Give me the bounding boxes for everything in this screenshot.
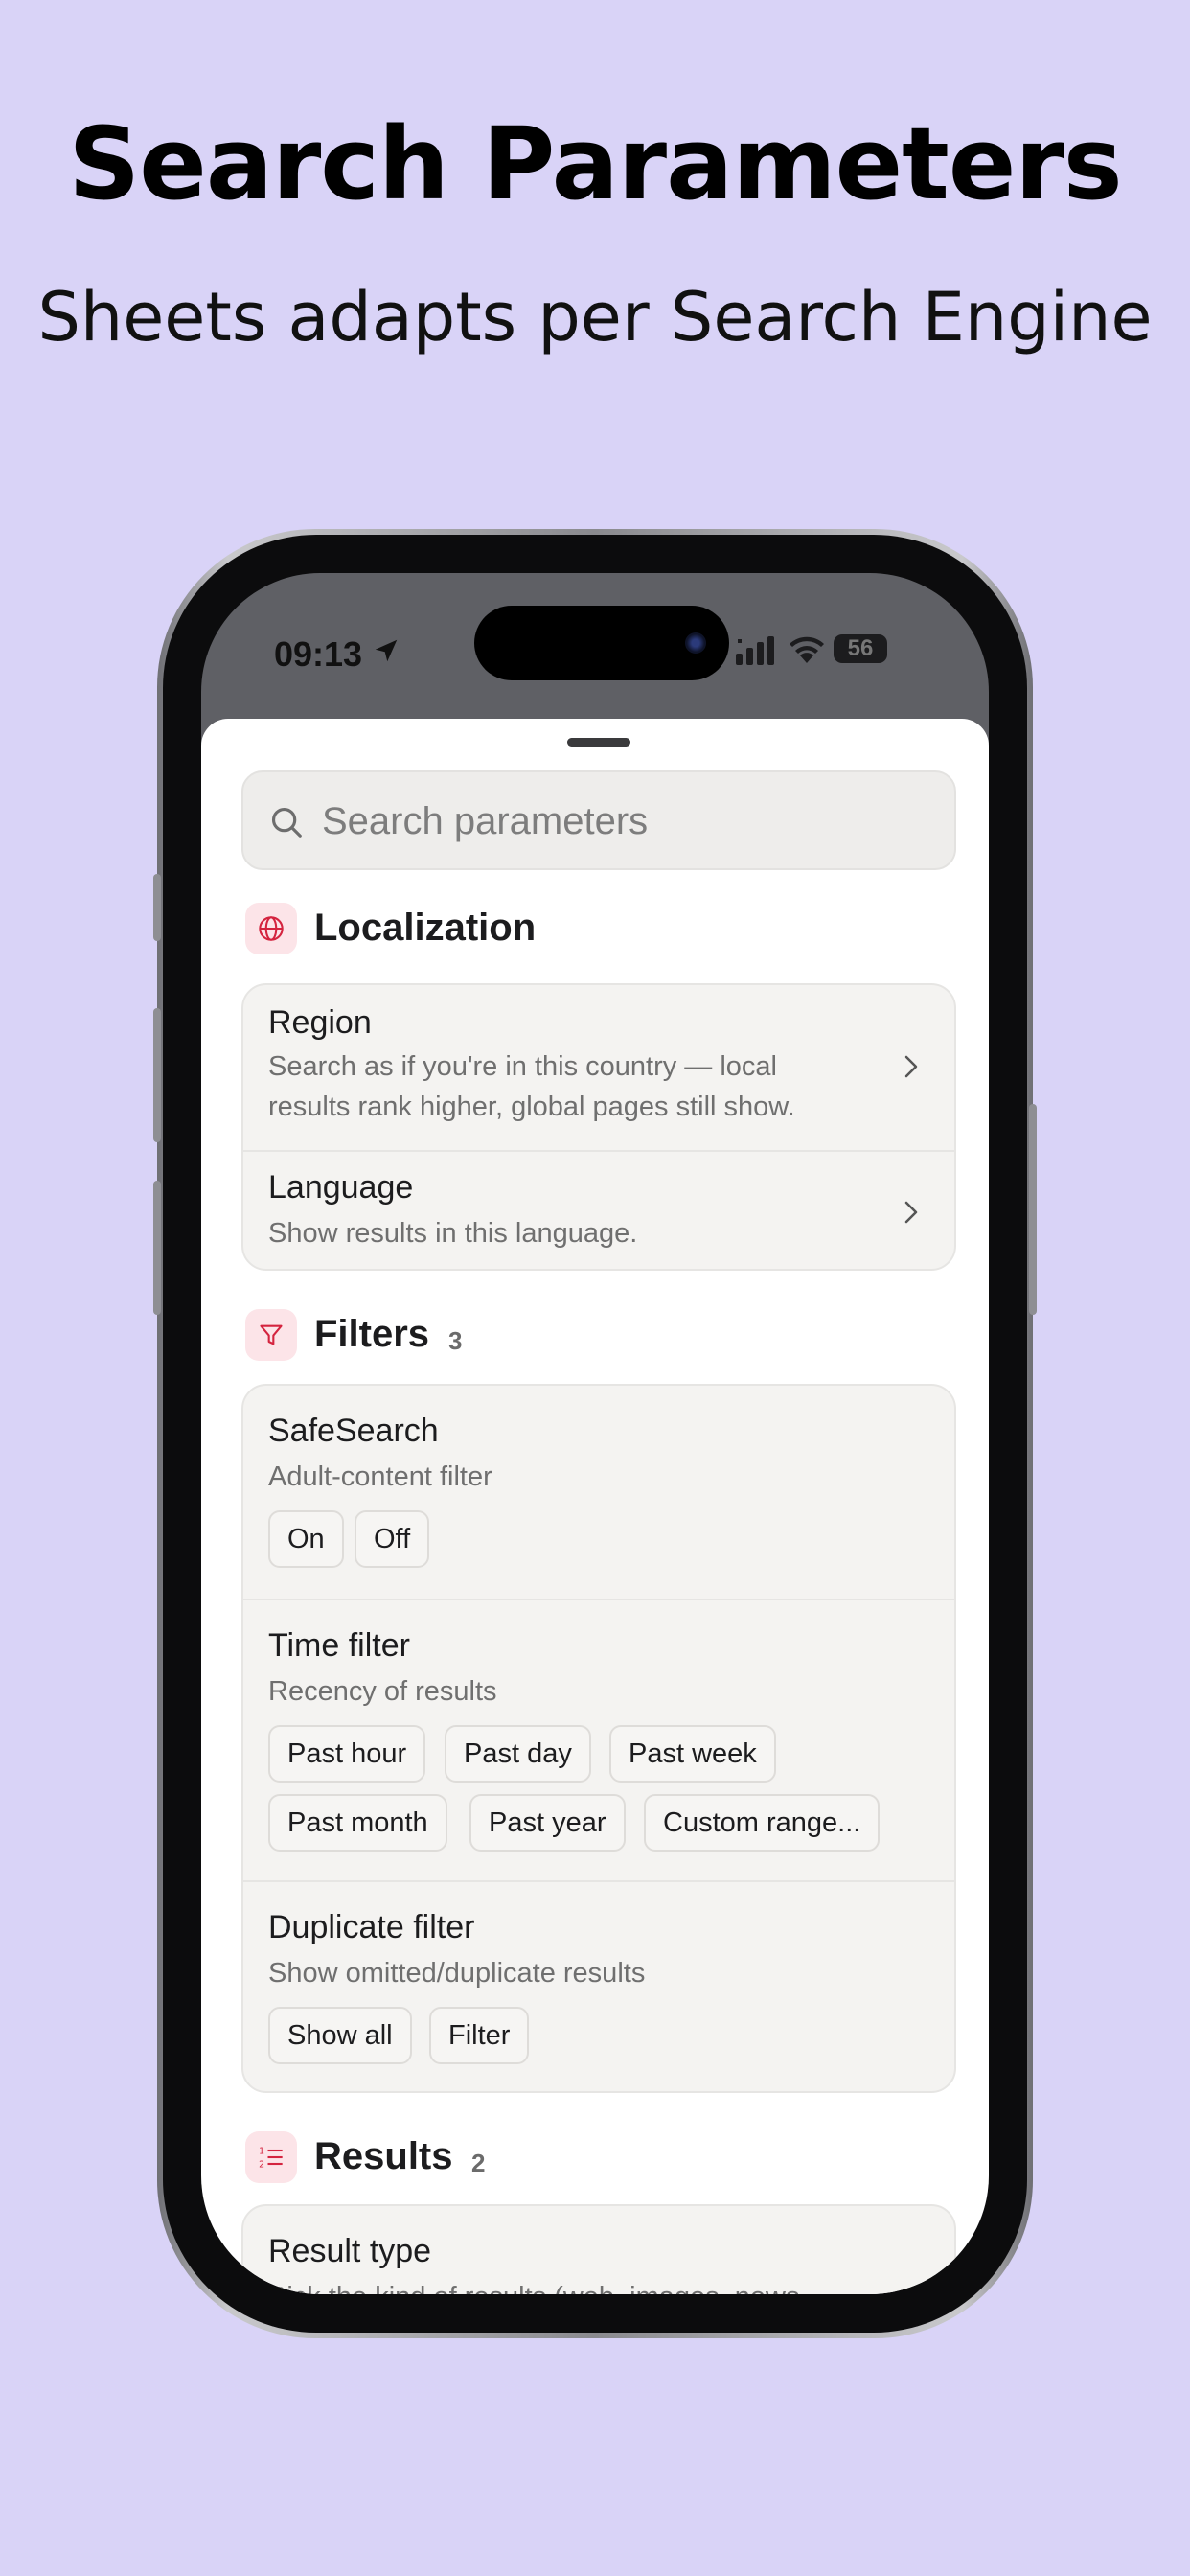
chevron-right-icon	[904, 1055, 918, 1078]
phone-mockup: 09:13 56 Search parameters Localization …	[153, 529, 1037, 2338]
localization-card: Region Search as if you're in this count…	[241, 983, 956, 1271]
battery-icon: 56	[834, 634, 887, 663]
time-filter-title: Time filter	[268, 1627, 410, 1664]
time-past-hour-chip[interactable]: Past hour	[268, 1725, 426, 1782]
duplicate-filter-description: Show omitted/duplicate results	[268, 1958, 646, 1989]
results-card: Result type Pick the kind of results (we…	[241, 2204, 956, 2294]
time-past-week-chip[interactable]: Past week	[609, 1725, 776, 1782]
result-type-title: Result type	[268, 2233, 432, 2269]
volume-up-button	[153, 1008, 161, 1142]
language-description: Show results in this language.	[268, 1218, 638, 1249]
status-bar: 09:13 56	[201, 573, 989, 707]
location-arrow-icon	[375, 639, 398, 662]
phone-screen: 09:13 56 Search parameters Localization …	[201, 573, 989, 2294]
time-past-year-chip[interactable]: Past year	[469, 1794, 626, 1852]
region-title: Region	[268, 1004, 372, 1041]
chevron-right-icon	[904, 1201, 918, 1224]
duplicate-filter-row: Duplicate filter Show omitted/duplicate …	[243, 1880, 954, 2091]
time-past-month-chip[interactable]: Past month	[268, 1794, 447, 1852]
search-input[interactable]	[322, 795, 935, 847]
numbered-list-icon: 1 2	[245, 2131, 297, 2183]
sheet-grabber[interactable]	[567, 738, 630, 747]
time-custom-range-chip[interactable]: Custom range...	[644, 1794, 881, 1852]
result-type-row[interactable]: Result type Pick the kind of results (we…	[243, 2206, 954, 2294]
svg-text:1: 1	[259, 2147, 264, 2157]
parameters-sheet: Localization Region Search as if you're …	[201, 719, 989, 2294]
wifi-icon	[790, 636, 824, 663]
time-filter-row: Time filter Recency of results Past hour…	[243, 1598, 954, 1880]
phone-frame: 09:13 56 Search parameters Localization …	[163, 535, 1027, 2333]
power-button	[1029, 1104, 1037, 1315]
filters-count-badge: 3	[448, 1326, 463, 1355]
region-description: Search as if you're in this country — lo…	[268, 1051, 795, 1122]
volume-down-button	[153, 1181, 161, 1315]
safesearch-title: SafeSearch	[268, 1413, 439, 1449]
search-icon	[271, 807, 302, 838]
promo-subtitle: Sheets adapts per Search Engine	[37, 278, 1153, 356]
action-button	[153, 874, 161, 941]
result-type-description: Pick the kind of results (web, images, n…	[268, 2277, 939, 2294]
status-time: 09:13	[274, 634, 363, 674]
dynamic-island	[474, 606, 729, 680]
safesearch-row: SafeSearch Adult-content filter On Off	[243, 1386, 954, 1598]
safesearch-off-chip[interactable]: Off	[355, 1510, 430, 1568]
promo-title: Search Parameters	[68, 105, 1122, 222]
region-row[interactable]: Region Search as if you're in this count…	[243, 985, 954, 1150]
svg-text:2: 2	[259, 2160, 264, 2171]
search-bar[interactable]	[241, 770, 956, 870]
language-row[interactable]: Language Show results in this language.	[243, 1150, 954, 1269]
globe-icon	[245, 903, 297, 954]
filters-card: SafeSearch Adult-content filter On Off T…	[241, 1384, 956, 2093]
cellular-signal-icon	[736, 636, 774, 665]
front-camera	[685, 632, 706, 654]
time-filter-description: Recency of results	[268, 1676, 497, 1707]
duplicate-filter-chip[interactable]: Filter	[429, 2007, 530, 2064]
section-title-filters: Filters	[314, 1313, 430, 1355]
time-past-day-chip[interactable]: Past day	[445, 1725, 591, 1782]
language-title: Language	[268, 1169, 414, 1206]
safesearch-description: Adult-content filter	[268, 1461, 492, 1492]
safesearch-on-chip[interactable]: On	[268, 1510, 344, 1568]
section-title-results: Results	[314, 2135, 453, 2177]
section-title-localization: Localization	[314, 907, 537, 949]
duplicate-filter-title: Duplicate filter	[268, 1909, 475, 1945]
funnel-icon	[245, 1309, 297, 1361]
results-count-badge: 2	[471, 2149, 486, 2177]
duplicate-show-all-chip[interactable]: Show all	[268, 2007, 412, 2064]
